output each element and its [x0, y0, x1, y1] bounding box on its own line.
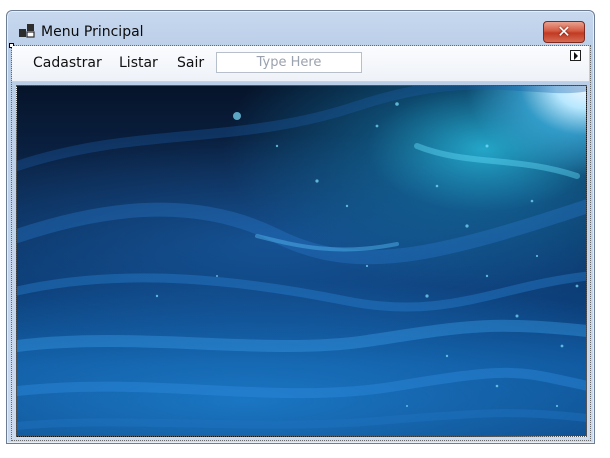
menu-item-cadastrar[interactable]: Cadastrar [33, 55, 102, 71]
menu-item-sair[interactable]: Sair [177, 55, 204, 71]
water-highlights [17, 86, 586, 430]
close-button[interactable]: ✕ [543, 21, 585, 43]
smart-tag-arrow-icon[interactable] [570, 50, 581, 61]
form-designer-icon [19, 24, 35, 38]
close-icon: ✕ [557, 22, 571, 41]
window-title: Menu Principal [41, 24, 144, 40]
form-window: Menu Principal ✕ Cadastrar Listar Sair T… [6, 10, 595, 444]
menu-strip: Cadastrar Listar Sair Type Here [12, 46, 589, 82]
type-here-input[interactable]: Type Here [216, 52, 362, 73]
menu-item-listar[interactable]: Listar [119, 55, 158, 71]
ocean-wave-picture [16, 85, 587, 437]
title-bar: Menu Principal ✕ [7, 11, 594, 45]
